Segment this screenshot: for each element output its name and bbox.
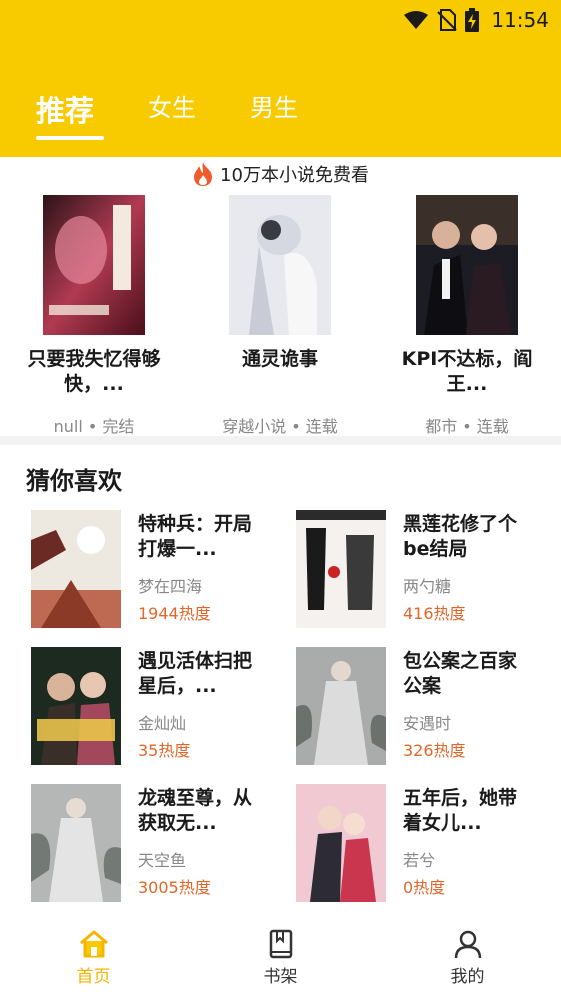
app-header: 11:54 推荐 女生 男生 bbox=[0, 0, 561, 157]
book-heat: 416热度 bbox=[403, 604, 466, 623]
battery-charging-icon bbox=[465, 8, 480, 32]
book-item[interactable]: 特种兵：开局打爆一... 梦在四海 1944热度 bbox=[31, 510, 291, 628]
book-author: 天空鱼 bbox=[138, 851, 187, 870]
featured-book-title: 通灵诡事 bbox=[241, 348, 318, 370]
book-author: 两勺糖 bbox=[403, 577, 452, 596]
book-title: 特种兵：开局打爆一... bbox=[138, 513, 253, 560]
nav-home[interactable]: 首页 bbox=[0, 920, 187, 999]
book-title: 遇见活体扫把星后，... bbox=[138, 650, 253, 697]
book-title: 包公案之百家公案 bbox=[403, 650, 518, 697]
book-title: 黑莲花修了个be结局 bbox=[403, 513, 518, 560]
book-cover bbox=[296, 784, 386, 902]
profile-icon bbox=[454, 930, 481, 959]
nav-bookshelf[interactable]: 书架 bbox=[187, 920, 374, 999]
book-title: 五年后，她带着女儿... bbox=[403, 787, 518, 834]
category-tabs: 推荐 女生 男生 bbox=[36, 88, 352, 140]
bottom-navigation: 首页 书架 我的 bbox=[0, 920, 561, 999]
book-cover bbox=[229, 195, 331, 335]
book-cover bbox=[416, 195, 518, 335]
bookshelf-icon bbox=[269, 929, 292, 959]
book-item[interactable]: 五年后，她带着女儿... 若兮 0热度 bbox=[296, 784, 556, 902]
book-cover bbox=[296, 510, 386, 628]
book-heat: 35热度 bbox=[138, 741, 191, 760]
book-cover bbox=[296, 647, 386, 765]
book-author: 梦在四海 bbox=[138, 577, 203, 596]
nav-label: 我的 bbox=[450, 967, 485, 987]
featured-book-title: 只要我失忆得够快，... bbox=[27, 348, 161, 395]
book-heat: 326热度 bbox=[403, 741, 466, 760]
book-heat: 1944热度 bbox=[138, 604, 211, 623]
promo-banner[interactable]: 10万本小说免费看 bbox=[0, 160, 561, 188]
book-cover bbox=[31, 510, 121, 628]
book-author: 若兮 bbox=[403, 851, 436, 870]
home-icon bbox=[79, 930, 108, 958]
book-title: 龙魂至尊，从获取无... bbox=[138, 787, 253, 834]
tab-recommend[interactable]: 推荐 bbox=[36, 88, 104, 140]
book-item[interactable]: 龙魂至尊，从获取无... 天空鱼 3005热度 bbox=[31, 784, 291, 902]
status-time: 11:54 bbox=[491, 8, 549, 32]
tab-male[interactable]: 男生 bbox=[250, 88, 298, 132]
tab-female[interactable]: 女生 bbox=[148, 88, 196, 132]
book-heat: 0热度 bbox=[403, 878, 446, 897]
promo-text: 10万本小说免费看 bbox=[220, 165, 369, 186]
book-item[interactable]: 包公案之百家公案 安遇时 326热度 bbox=[296, 647, 556, 765]
book-author: 金灿灿 bbox=[138, 714, 187, 733]
nav-label: 首页 bbox=[76, 967, 111, 987]
featured-book-title: KPI不达标，阎王... bbox=[401, 348, 533, 395]
book-cover bbox=[31, 647, 121, 765]
book-item[interactable]: 遇见活体扫把星后，... 金灿灿 35热度 bbox=[31, 647, 291, 765]
featured-book[interactable]: 只要我失忆得够快，... null • 完结 bbox=[14, 195, 174, 437]
featured-book[interactable]: 通灵诡事 穿越小说 • 连载 bbox=[200, 195, 360, 437]
status-bar: 11:54 bbox=[403, 6, 549, 34]
featured-book[interactable]: KPI不达标，阎王... 都市 • 连载 bbox=[387, 195, 547, 437]
nav-profile[interactable]: 我的 bbox=[374, 920, 561, 999]
wifi-icon bbox=[404, 11, 429, 29]
tab-active-indicator bbox=[36, 136, 104, 140]
book-item[interactable]: 黑莲花修了个be结局 两勺糖 416热度 bbox=[296, 510, 556, 628]
nav-label: 书架 bbox=[263, 967, 298, 987]
section-divider bbox=[0, 436, 561, 445]
featured-book-meta: null • 完结 bbox=[53, 417, 135, 436]
featured-book-meta: 穿越小说 • 连载 bbox=[222, 417, 338, 436]
fire-icon bbox=[194, 162, 213, 186]
book-cover bbox=[31, 784, 121, 902]
book-author: 安遇时 bbox=[403, 714, 452, 733]
book-cover bbox=[43, 195, 145, 335]
no-sim-icon bbox=[437, 9, 458, 31]
section-title-guess: 猜你喜欢 bbox=[26, 467, 122, 495]
book-heat: 3005热度 bbox=[138, 878, 211, 897]
featured-book-meta: 都市 • 连载 bbox=[425, 417, 509, 436]
